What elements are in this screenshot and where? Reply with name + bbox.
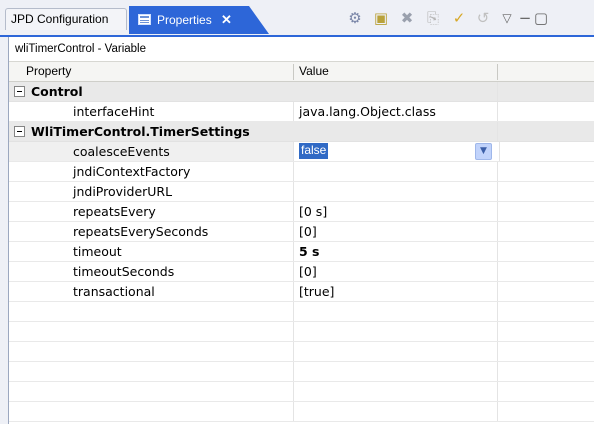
property-value[interactable]: java.lang.Object.class: [294, 102, 494, 121]
property-name-cell: timeout: [9, 242, 293, 261]
grid-line: [497, 242, 498, 261]
tab-properties[interactable]: Properties ✕: [129, 6, 269, 34]
table-row[interactable]: coalesceEvents false ▼: [9, 142, 594, 162]
collapse-icon[interactable]: [14, 126, 25, 137]
property-value[interactable]: [0]: [294, 222, 494, 241]
grid-line: [497, 282, 498, 301]
properties-icon: [138, 14, 151, 25]
grid-line: [499, 142, 500, 161]
empty-row: [9, 342, 594, 362]
category-row[interactable]: Control: [9, 82, 594, 102]
property-name-cell: repeatsEverySeconds: [9, 222, 293, 241]
property-value[interactable]: [0 s]: [294, 202, 494, 221]
grid-line: [293, 382, 294, 401]
grid-line: [497, 102, 498, 121]
table-row[interactable]: interfaceHint java.lang.Object.class: [9, 102, 594, 122]
new-element-icon[interactable]: ▣: [371, 8, 391, 28]
property-name-cell: transactional: [9, 282, 293, 301]
grid-line: [497, 202, 498, 221]
property-name: repeatsEvery: [73, 204, 156, 219]
show-categories-icon[interactable]: ⚙: [345, 8, 365, 28]
property-value[interactable]: [294, 182, 494, 201]
table-row[interactable]: repeatsEverySeconds [0]: [9, 222, 594, 242]
empty-row: [9, 362, 594, 382]
property-name-cell: timeoutSeconds: [9, 262, 293, 281]
grid-line: [497, 182, 498, 201]
category-row[interactable]: WliTimerControl.TimerSettings: [9, 122, 594, 142]
column-divider[interactable]: [497, 64, 498, 80]
grid-line: [497, 262, 498, 281]
property-name-cell: repeatsEvery: [9, 202, 293, 221]
grid-line: [293, 322, 294, 341]
column-header-property-label: Property: [26, 64, 72, 78]
tab-properties-label: Properties: [157, 13, 212, 27]
property-value[interactable]: [294, 162, 494, 181]
view-tab-bar: JPD Configuration Properties ✕ ⚙ ▣ ✖ ⎘ ✓…: [0, 0, 594, 37]
grid-line: [497, 82, 498, 101]
grid-line: [497, 362, 498, 381]
export-icon[interactable]: ⎘: [423, 8, 443, 28]
grid-line: [497, 342, 498, 361]
grid-line: [497, 222, 498, 241]
value-dropdown[interactable]: false ▼: [294, 142, 499, 161]
empty-row: [9, 302, 594, 322]
table-row[interactable]: timeout 5 s: [9, 242, 594, 262]
undo-icon[interactable]: ↺: [473, 8, 493, 28]
checkmark-icon[interactable]: ✓: [449, 8, 469, 28]
grid-line: [497, 122, 498, 141]
column-header-value-label: Value: [299, 64, 329, 78]
grid-line: [497, 382, 498, 401]
maximize-icon[interactable]: ▢: [531, 8, 551, 28]
property-name-cell: jndiContextFactory: [9, 162, 293, 181]
grid-line: [497, 302, 498, 321]
property-name: jndiProviderURL: [73, 184, 173, 199]
close-tab-icon[interactable]: ✕: [221, 6, 232, 34]
property-name-cell: jndiProviderURL: [9, 182, 293, 201]
category-label: Control: [31, 84, 83, 99]
property-name: coalesceEvents: [73, 144, 170, 159]
table-row[interactable]: timeoutSeconds [0]: [9, 262, 594, 282]
left-gutter: [0, 37, 8, 424]
delete-icon[interactable]: ✖: [397, 8, 417, 28]
table-row[interactable]: jndiContextFactory: [9, 162, 594, 182]
category-label: WliTimerControl.TimerSettings: [31, 124, 250, 139]
selection-title: wliTimerControl - Variable: [15, 43, 147, 55]
property-sheet: wliTimerControl - Variable Property Valu…: [8, 37, 594, 424]
table-row[interactable]: repeatsEvery [0 s]: [9, 202, 594, 222]
table-row[interactable]: jndiProviderURL: [9, 182, 594, 202]
grid-line: [293, 362, 294, 381]
property-value[interactable]: [true]: [294, 282, 494, 301]
property-value[interactable]: [0]: [294, 262, 494, 281]
grid-line: [497, 322, 498, 341]
tab-jpd-configuration[interactable]: JPD Configuration: [5, 8, 127, 30]
chevron-down-icon[interactable]: ▼: [475, 143, 492, 160]
property-name: timeoutSeconds: [73, 264, 175, 279]
view-menu-icon[interactable]: ▽: [497, 8, 517, 28]
collapse-icon[interactable]: [14, 86, 25, 97]
table-row[interactable]: transactional [true]: [9, 282, 594, 302]
property-name-cell: coalesceEvents: [9, 142, 293, 161]
dropdown-selected-value[interactable]: false: [299, 143, 329, 159]
property-name-cell: interfaceHint: [9, 102, 293, 121]
property-name: transactional: [73, 284, 155, 299]
grid-line: [497, 162, 498, 181]
grid-line: [293, 402, 294, 421]
property-name: interfaceHint: [73, 104, 155, 119]
grid-line: [293, 302, 294, 321]
property-value[interactable]: 5 s: [294, 242, 494, 261]
empty-row: [9, 402, 594, 422]
property-name: repeatsEverySeconds: [73, 224, 209, 239]
column-header-value[interactable]: Value: [294, 62, 499, 81]
tab-jpd-configuration-label: JPD Configuration: [11, 12, 109, 26]
empty-row: [9, 322, 594, 342]
column-header-property[interactable]: Property: [9, 62, 310, 81]
empty-row: [9, 382, 594, 402]
grid-line: [497, 402, 498, 421]
properties-view: JPD Configuration Properties ✕ ⚙ ▣ ✖ ⎘ ✓…: [0, 0, 594, 424]
property-name: jndiContextFactory: [73, 164, 191, 179]
table-header: Property Value: [9, 61, 594, 82]
grid-line: [293, 342, 294, 361]
property-name: timeout: [73, 244, 122, 259]
